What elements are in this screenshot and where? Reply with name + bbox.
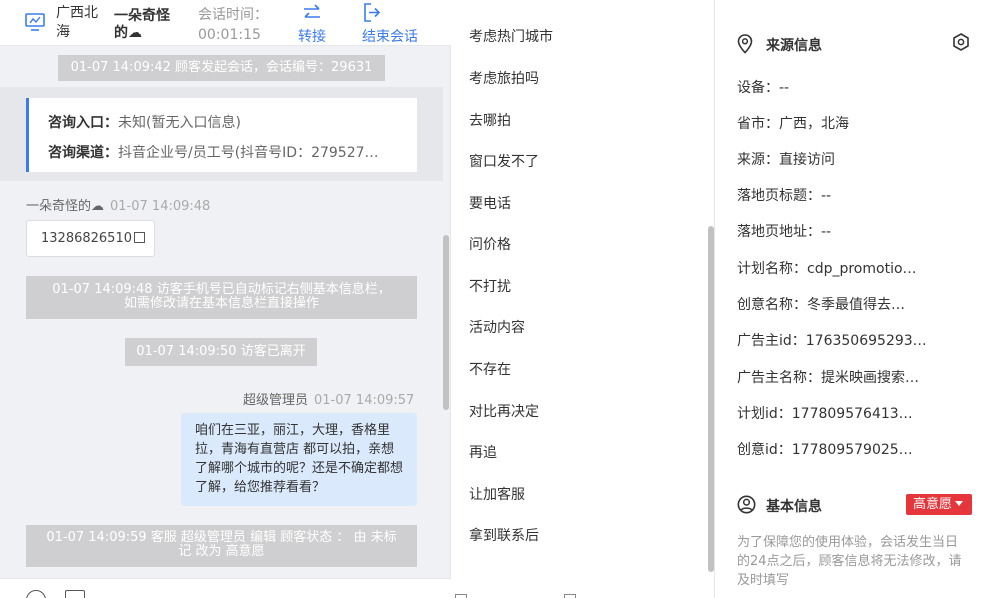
source-field-landing-url: 落地页地址：-- bbox=[737, 224, 832, 240]
chat-panel: 广西北海 一朵奇怪的☁ 会话时间： 00:01:15 转接 结束会话 01-07 bbox=[0, 0, 451, 598]
source-field-advertiser-name: 广告主名称：提米映画搜索… bbox=[737, 370, 919, 386]
chat-workspace: 广西北海 一朵奇怪的☁ 会话时间： 00:01:15 转接 结束会话 01-07 bbox=[0, 0, 986, 598]
agent-message: 咱们在三亚，丽江，大理，香格里拉，青海有直营店 都可以拍，亲想了解哪个城市的呢？… bbox=[181, 413, 417, 506]
visitor-message-time: 01-07 14:09:48 bbox=[110, 199, 211, 214]
visitor-name: 一朵奇怪的☁ bbox=[114, 8, 170, 41]
source-field-plan-id: 计划id：177809576413… bbox=[737, 406, 913, 422]
quick-reply-item[interactable]: 窗口发不了 bbox=[469, 151, 539, 171]
basic-info-title: 基本信息 bbox=[766, 499, 822, 515]
quick-reply-item[interactable]: 拿到联系后 bbox=[469, 525, 539, 545]
intent-value: 高意愿 bbox=[913, 497, 953, 512]
source-field-region: 省市：广西，北海 bbox=[737, 116, 849, 132]
agent-message-time: 01-07 14:09:57 bbox=[314, 393, 415, 408]
image-icon[interactable] bbox=[65, 590, 85, 598]
source-field-origin: 来源：直接访问 bbox=[737, 152, 835, 168]
intent-dropdown[interactable]: 高意愿 bbox=[906, 494, 972, 515]
monitor-icon bbox=[25, 13, 45, 31]
quick-reply-item[interactable]: 活动内容 bbox=[469, 317, 525, 337]
quick-reply-scrollbar[interactable] bbox=[708, 226, 714, 572]
quick-reply-item[interactable]: 要电话 bbox=[469, 193, 511, 213]
phone-auto-mark-notice: 01-07 14:09:48 访客手机号已自动标记右侧基本信息栏， 如需修改请在… bbox=[26, 276, 417, 319]
transfer-button[interactable]: 转接 bbox=[298, 2, 326, 46]
phone-message: 13286826510 bbox=[26, 220, 155, 257]
visitor-message-meta: 一朵奇怪的☁ 01-07 14:09:48 bbox=[26, 195, 210, 214]
option-checkbox[interactable] bbox=[455, 594, 467, 598]
transfer-icon bbox=[304, 4, 320, 18]
phone-number: 13286826510 bbox=[41, 231, 132, 246]
source-info-title: 来源信息 bbox=[766, 38, 822, 54]
source-field-advertiser-id: 广告主id：176350695293… bbox=[737, 333, 927, 349]
quick-reply-item[interactable]: 不存在 bbox=[469, 359, 511, 379]
entry-info-card: 咨询入口：未知(暂无入口信息) 咨询渠道：抖音企业号/员工号(抖音号ID：279… bbox=[26, 98, 417, 172]
chat-scrollbar[interactable] bbox=[443, 235, 449, 410]
quick-reply-item[interactable]: 让加客服 bbox=[469, 484, 525, 504]
status-change-notice: 01-07 14:09:59 客服 超级管理员 编辑 顾客状态 ： 由 未标 记… bbox=[26, 525, 417, 567]
quick-reply-item[interactable]: 再追 bbox=[469, 442, 497, 462]
session-time-label: 会话时间： bbox=[198, 7, 268, 23]
location-pin-icon bbox=[737, 34, 753, 54]
end-session-button[interactable]: 结束会话 bbox=[362, 2, 418, 46]
edit-deadline-hint: 为了保障您的使用体验，会话发生当日的24点之后，顾客信息将无法修改，请及时填写 bbox=[737, 535, 962, 588]
caret-down-icon bbox=[955, 501, 964, 506]
source-field-creative-id: 创意id：177809579025… bbox=[737, 442, 913, 458]
quick-reply-item[interactable]: 对比再决定 bbox=[469, 401, 539, 421]
source-field-landing-title: 落地页标题：-- bbox=[737, 188, 832, 204]
input-toolbar bbox=[0, 578, 451, 598]
source-field-plan-name: 计划名称：cdp_promotio… bbox=[737, 261, 917, 277]
message-list[interactable]: 01-07 14:09:42 顾客发起会话，会话编号：29631 咨询入口：未知… bbox=[0, 47, 451, 578]
visitor-message-name: 一朵奇怪的☁ bbox=[26, 199, 105, 214]
source-field-device: 设备：-- bbox=[737, 80, 790, 96]
quick-reply-item[interactable]: 问价格 bbox=[469, 234, 511, 254]
emoji-icon[interactable] bbox=[26, 590, 46, 598]
visitor-info-panel: 来源信息 设备：-- 省市：广西，北海 来源：直接访问 落地页标题：-- 落地页… bbox=[716, 0, 986, 598]
session-start-notice: 01-07 14:09:42 顾客发起会话，会话编号：29631 bbox=[58, 55, 385, 81]
chat-header: 广西北海 一朵奇怪的☁ 会话时间： 00:01:15 转接 结束会话 bbox=[0, 0, 451, 46]
agent-message-meta: 超级管理员 01-07 14:09:57 bbox=[243, 389, 414, 408]
entry-row: 咨询入口：未知(暂无入口信息) bbox=[48, 115, 241, 131]
user-circle-icon bbox=[737, 495, 756, 514]
source-field-creative-name: 创意名称：冬季最值得去… bbox=[737, 297, 905, 313]
agent-message-name: 超级管理员 bbox=[243, 393, 309, 408]
visitor-left-notice: 01-07 14:09:50 访客已离开 bbox=[125, 338, 317, 366]
quick-reply-item[interactable]: 考虑热门城市 bbox=[469, 26, 553, 46]
copy-icon[interactable] bbox=[133, 232, 145, 243]
logout-icon bbox=[364, 3, 381, 22]
end-session-label: 结束会话 bbox=[362, 29, 418, 45]
quick-reply-item[interactable]: 不打扰 bbox=[469, 276, 511, 296]
visitor-city: 广西北海 bbox=[56, 5, 98, 40]
quick-reply-panel: 考虑热门城市 考虑旅拍吗 去哪拍 窗口发不了 要电话 问价格 不打扰 活动内容 … bbox=[451, 0, 715, 598]
quick-reply-item[interactable]: 去哪拍 bbox=[469, 110, 511, 130]
quick-reply-item[interactable]: 考虑旅拍吗 bbox=[469, 68, 539, 88]
transfer-label: 转接 bbox=[298, 29, 326, 45]
option-checkbox[interactable] bbox=[564, 594, 576, 598]
session-time-value: 00:01:15 bbox=[198, 27, 261, 43]
settings-icon[interactable] bbox=[952, 33, 970, 51]
channel-row: 咨询渠道：抖音企业号/员工号(抖音号ID：279527… bbox=[48, 145, 379, 161]
